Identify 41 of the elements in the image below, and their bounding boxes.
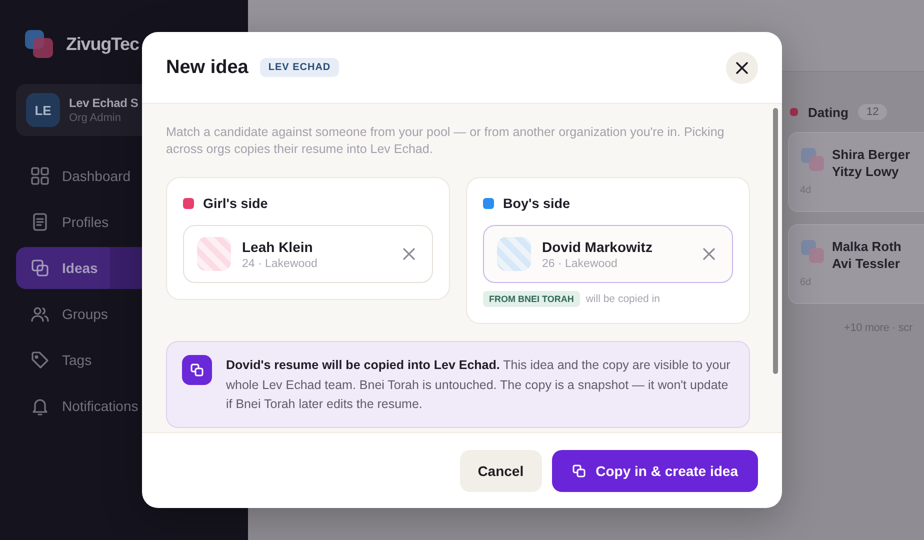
candidate-name: Avi Tessler [832, 256, 901, 272]
candidate-chip[interactable]: Leah Klein 24 · Lakewood [183, 225, 433, 283]
side-label: Girl's side [203, 196, 268, 211]
source-note: will be copied in [586, 293, 660, 305]
logo-text: ZivugTec [66, 34, 139, 54]
close-icon [735, 60, 749, 74]
candidate-name: Dovid Markowitz [542, 238, 654, 254]
pair-icon [800, 239, 826, 265]
grid-icon [30, 166, 50, 186]
logo-icon [24, 29, 54, 59]
copy-icon [30, 258, 50, 278]
copy-icon [572, 464, 586, 478]
candidate-name: Yitzy Lowy [832, 164, 900, 180]
account-role: Org Admin [69, 112, 122, 124]
copy-icon [182, 355, 212, 385]
account-name: Lev Echad S [69, 96, 138, 110]
side-label: Boy's side [503, 196, 570, 211]
candidate-name: Shira Berger [832, 147, 910, 163]
org-badge: LEV ECHAD [260, 58, 339, 77]
create-button[interactable]: Copy in & create idea [552, 450, 758, 492]
avatar: LE [26, 93, 60, 127]
notice-text: Dovid's resume will be copied into Lev Echad. This idea and the copy are visible to your whole Lev Echad team. Bnei Torah is untouched. The copy is a snapshot — it won't update if Bnei Torah later edits the resume. [226, 357, 732, 413]
nav-item[interactable]: Groups [16, 293, 248, 335]
source-tag: FROM BNEI TORAH [483, 291, 580, 307]
pair-icon [800, 147, 826, 173]
remove-icon[interactable] [702, 247, 716, 261]
remove-icon[interactable] [402, 247, 416, 261]
bell-icon [30, 396, 50, 416]
scrollbar[interactable] [773, 108, 778, 374]
close-button[interactable] [726, 52, 758, 84]
cancel-button[interactable]: Cancel [460, 450, 542, 492]
column-title: Dating [808, 104, 848, 120]
people-icon [30, 304, 50, 324]
candidate-chip[interactable]: Dovid Markowitz 26 · Lakewood [483, 225, 733, 283]
candidate-details: 26 · Lakewood [542, 258, 618, 270]
document-icon [30, 212, 50, 232]
nav-item[interactable]: Dashboard [16, 155, 248, 197]
count-badge: 12 [858, 104, 887, 120]
candidate-name: Malka Roth [832, 239, 902, 255]
dialog-title: New idea [166, 56, 248, 78]
tag-icon [30, 350, 50, 370]
